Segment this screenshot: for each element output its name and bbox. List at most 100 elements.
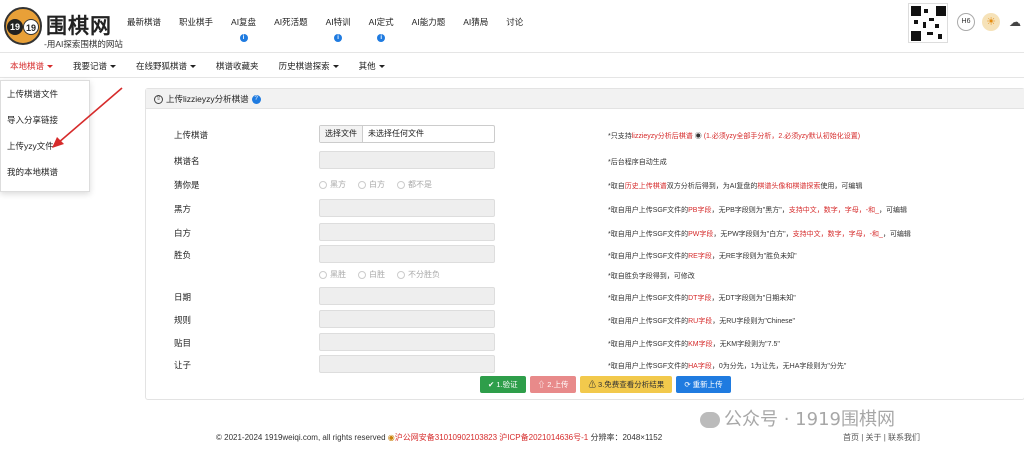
choose-file-button[interactable]: 选择文件 (320, 126, 363, 142)
handicap-field[interactable] (319, 355, 495, 373)
tab-local-games[interactable]: 本地棋谱 (0, 53, 63, 77)
tab-other[interactable]: 其他 (349, 53, 395, 77)
tab-label: 历史棋谱探索 (278, 61, 330, 71)
topnav-ai-guess[interactable]: AI猜局 (454, 10, 497, 34)
topnav-label: AI定式 (368, 17, 394, 27)
topnav-label: 讨论 (506, 17, 524, 27)
label-white: 白方 (174, 228, 192, 238)
black-player-field[interactable] (319, 199, 495, 217)
footer-links[interactable]: 首页 | 关于 | 联系我们 (843, 432, 920, 443)
file-input[interactable]: 选择文件 未选择任何文件 (319, 125, 495, 143)
icp-record-link[interactable]: 沪ICP备2021014636号-1 (499, 433, 588, 442)
verify-button[interactable]: ✔ 1.验证 (480, 376, 526, 393)
tab-label: 其他 (358, 61, 376, 71)
tab-label: 本地棋谱 (10, 61, 45, 71)
info-icon: i (239, 34, 248, 42)
label-rules: 规则 (174, 315, 192, 325)
caret-down-icon (332, 65, 339, 69)
reupload-button[interactable]: ⟳ 重新上传 (676, 376, 731, 393)
hint-name: *后台程序自动生成 (608, 159, 667, 166)
dropdown-my-local-games[interactable]: 我的本地棋谱 (1, 159, 89, 185)
topnav-latest-games[interactable]: 最新棋谱 (118, 10, 170, 34)
radio-black-win[interactable]: 黑胜 (319, 269, 346, 280)
wechat-icon (700, 412, 720, 428)
radio-black[interactable]: 黑方 (319, 179, 346, 190)
tab-label: 我要记谱 (73, 61, 108, 71)
label-name: 棋谱名 (174, 156, 200, 166)
logo-badge-left: 19 (7, 19, 23, 35)
panel-title: 上传lizzieyzy分析棋谱 (166, 94, 249, 104)
info-icon: i (334, 34, 343, 42)
dropdown-upload-yzy-file[interactable]: 上传yzy文件 (1, 133, 89, 159)
radio-neither[interactable]: 都不是 (397, 179, 432, 190)
topnav-label: 职业棋手 (179, 17, 214, 27)
topnav-label: AI复盘 (231, 17, 257, 27)
logo-badge-right: 19 (23, 19, 39, 35)
hint-result: *取自用户上传SGF文件的RE字段，无RE字段则为"胜负未知" (608, 253, 797, 260)
rules-field[interactable] (319, 310, 495, 328)
view-analysis-button[interactable]: ⚠ 3.免费查看分析结果 (580, 376, 673, 393)
local-games-dropdown: 上传棋谱文件 导入分享链接 上传yzy文件 我的本地棋谱 (0, 80, 90, 192)
qr-code-icon (908, 3, 948, 43)
caret-down-icon (378, 65, 385, 69)
hint-result-2: *取自胜负字段得到，可修改 (608, 273, 695, 280)
label-guess: 猜你是 (174, 180, 200, 190)
sun-icon[interactable]: ☀ (982, 13, 1000, 31)
hint-guess: *取自历史上传棋谱双方分析后得到，为AI复盘的棋谱头像和棋谱探索使用，可编辑 (608, 183, 863, 190)
hint-black: *取自用户上传SGF文件的PB字段，无PB字段则为"黑方"，支持中文，数字，字母… (608, 207, 908, 214)
topnav-label: AI特训 (325, 17, 351, 27)
radio-white-win[interactable]: 白胜 (358, 269, 385, 280)
dropdown-import-share-link[interactable]: 导入分享链接 (1, 107, 89, 133)
tab-label: 棋谱收藏夹 (216, 61, 259, 71)
hint-komi: *取自用户上传SGF文件的KM字段，无KM字段则为"7.5" (608, 341, 780, 348)
radio-draw[interactable]: 不分胜负 (397, 269, 440, 280)
police-badge-icon: ◉ (387, 433, 395, 442)
watermark: 公众号 · 1919围棋网 (700, 405, 895, 431)
radio-white[interactable]: 白方 (358, 179, 385, 190)
topnav-pro-players[interactable]: 职业棋手 (170, 10, 222, 34)
topnav-ai-life-death[interactable]: AI死活题 (265, 10, 317, 34)
resolution-text: 分辨率：2048×1152 (590, 433, 663, 442)
hint-upload: *只支持lizzieyzy分析后棋谱 ◉ (1.必须yzy全部手分析，2.必须y… (608, 133, 861, 140)
komi-field[interactable] (319, 333, 495, 351)
topnav-discussion[interactable]: 讨论 (497, 10, 532, 34)
help-icon[interactable]: ? (251, 95, 261, 105)
result-field[interactable] (319, 245, 495, 263)
site-title: 围棋网 (46, 14, 112, 38)
info-icon: i (377, 34, 386, 42)
file-status: 未选择任何文件 (368, 129, 424, 138)
tab-record-game[interactable]: 我要记谱 (63, 53, 126, 77)
topnav-label: AI猜局 (463, 17, 489, 27)
tab-history-explore[interactable]: 历史棋谱探索 (269, 53, 349, 77)
topnav-ai-review[interactable]: AI复盘 i (222, 10, 265, 42)
dropdown-upload-game-file[interactable]: 上传棋谱文件 (1, 81, 89, 107)
sub-navigation: 本地棋谱 我要记谱 在线野狐棋谱 棋谱收藏夹 历史棋谱探索 其他 (0, 52, 1024, 78)
date-field[interactable] (319, 287, 495, 305)
tab-online-foxwq[interactable]: 在线野狐棋谱 (126, 53, 206, 77)
result-radio-group: 黑胜 白胜 不分胜负 (319, 269, 452, 280)
tab-label: 在线野狐棋谱 (136, 61, 188, 71)
go-board-icon: ◉ (694, 133, 702, 140)
white-player-field[interactable] (319, 223, 495, 241)
topnav-ai-ability[interactable]: AI能力题 (403, 10, 455, 34)
hint-rules: *取自用户上传SGF文件的RU字段，无RU字段则为"Chinese" (608, 318, 796, 325)
guess-radio-group: 黑方 白方 都不是 (319, 179, 444, 190)
h6-button[interactable]: H6 (957, 13, 975, 31)
label-komi: 贴目 (174, 338, 192, 348)
tab-favorites[interactable]: 棋谱收藏夹 (206, 53, 269, 77)
cloud-upload-icon[interactable]: ☁ (1006, 13, 1024, 31)
label-black: 黑方 (174, 204, 192, 214)
hint-date: *取自用户上传SGF文件的DT字段，无DT字段则为"日期未知" (608, 295, 796, 302)
police-record-link[interactable]: 沪公网安备31010902103823 (395, 433, 497, 442)
panel-header: ⇧ 上传lizzieyzy分析棋谱? (146, 89, 1024, 109)
upload-icon: ⇧ (154, 95, 163, 105)
topnav-label: AI死活题 (274, 17, 308, 27)
label-upload: 上传棋谱 (174, 130, 209, 140)
action-buttons: ✔ 1.验证 ⇧ 2.上传 ⚠ 3.免费查看分析结果 ⟳ 重新上传 (480, 376, 735, 393)
label-date: 日期 (174, 292, 192, 302)
topnav-ai-joseki[interactable]: AI定式 i (360, 10, 403, 42)
upload-button[interactable]: ⇧ 2.上传 (529, 376, 577, 393)
topnav-ai-training[interactable]: AI特训 i (317, 10, 360, 42)
top-navigation: 最新棋谱 职业棋手 AI复盘 i AI死活题 AI特训 i AI定式 i AI能力题 … (118, 10, 532, 42)
topnav-label: AI能力题 (411, 17, 446, 27)
